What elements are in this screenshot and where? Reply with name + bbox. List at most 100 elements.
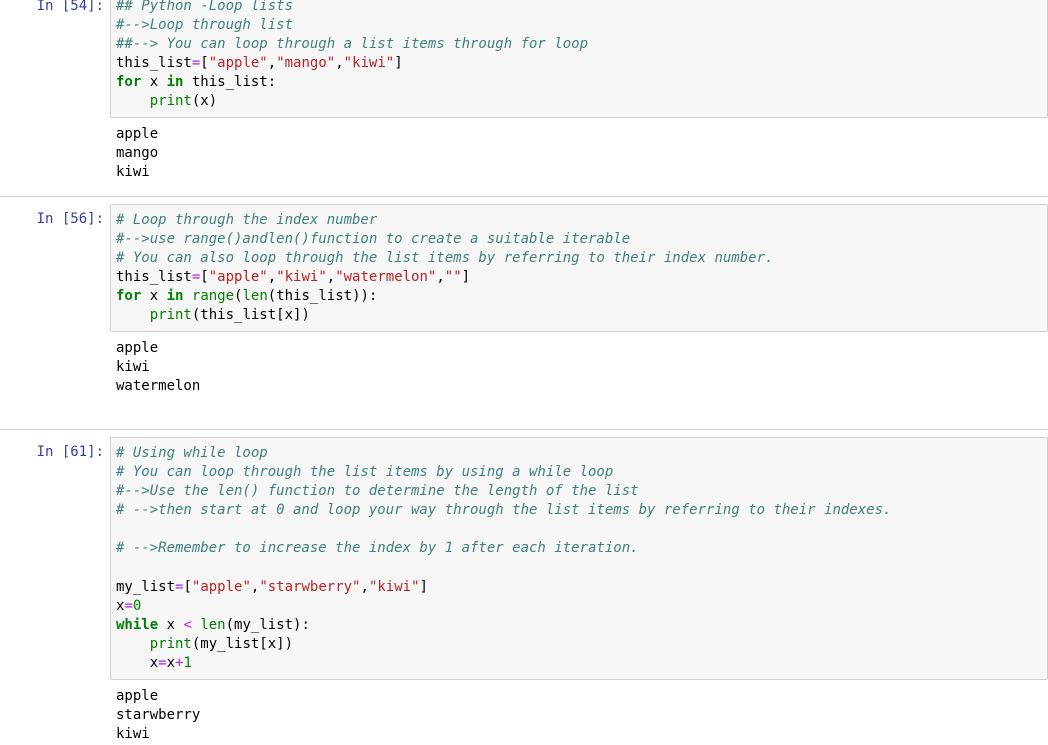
code-line: print(this_list[x]) [116, 306, 1047, 325]
code-token: #-->use range()andlen()function to creat… [116, 231, 631, 248]
cell-prompt: In [56]: [36, 211, 104, 227]
code-line: ## Python -Loop lists [116, 0, 1047, 16]
code-token: [ [200, 55, 209, 72]
code-token: "kiwi" [276, 269, 327, 286]
code-token: # You can loop through the list items by… [116, 464, 614, 481]
code-token: (this_list)): [267, 288, 378, 305]
code-line: #-->use range()andlen()function to creat… [116, 230, 1047, 249]
code-token: x [166, 655, 176, 672]
code-token: "apple" [191, 578, 251, 595]
code-line: for x in this_list: [116, 73, 1047, 92]
code-token: print [149, 635, 192, 652]
code-token: x [141, 74, 167, 91]
code-line: # You can also loop through the list ite… [116, 249, 1047, 268]
code-token: this_list [116, 269, 192, 286]
code-token: "kiwi" [368, 578, 420, 595]
code-line: x=0 [116, 597, 1047, 616]
code-token: while [116, 616, 159, 633]
output-line: mango [116, 145, 159, 161]
code-token: in [166, 288, 184, 305]
code-token: "starwberry" [259, 578, 361, 595]
code-editor[interactable]: ## Python -Loop lists #-->Loop through li… [110, 0, 1048, 118]
output-line: kiwi [116, 164, 150, 180]
code-line: # Using while loop [116, 444, 1047, 463]
code-token: , [335, 55, 344, 72]
output-line: starwberry [116, 707, 201, 723]
code-token: (my_list): [225, 616, 310, 633]
code-token: ##--> You can loop through a list items … [116, 36, 589, 53]
cell-output: apple kiwi watermelon [116, 339, 200, 396]
code-line: #-->Use the len() function to determine … [116, 482, 1047, 501]
code-token: this_list: [183, 74, 277, 91]
code-token: (x) [191, 93, 218, 110]
cell-separator [0, 196, 1048, 197]
code-token: in [166, 74, 184, 91]
code-token: for [116, 74, 142, 91]
output-line: watermelon [116, 378, 201, 394]
code-token: "apple" [208, 269, 268, 286]
code-token: "kiwi" [343, 55, 395, 72]
output-line: kiwi [116, 359, 150, 375]
code-token: , [360, 578, 369, 595]
code-token: "" [444, 269, 462, 286]
code-token: = [158, 655, 167, 672]
code-token: 0 [132, 597, 142, 614]
code-token: , [267, 55, 277, 72]
code-line: # -->Remember to increase the index by 1… [116, 539, 1047, 558]
code-line: print(my_list[x]) [116, 635, 1047, 654]
code-line: x=x+1 [116, 654, 1047, 673]
code-editor[interactable]: # Loop through the index number #-->use r… [110, 204, 1048, 332]
code-token: ] [461, 269, 471, 286]
output-line: apple [116, 340, 159, 356]
code-line: # Loop through the index number [116, 211, 1047, 230]
code-token: #-->Use the len() function to determine … [116, 483, 639, 500]
code-token: (my_list[x]) [191, 635, 294, 652]
code-token: # -->Remember to increase the index by 1… [116, 540, 639, 557]
code-token: x [141, 288, 167, 305]
cell-output: apple mango kiwi [116, 125, 158, 182]
code-line: #-->Loop through list [116, 16, 1047, 35]
code-line: print(x) [116, 92, 1047, 111]
code-editor[interactable]: # Using while loop # You can loop through… [110, 437, 1048, 680]
code-token: (this_list[x]) [191, 307, 310, 324]
code-token: ] [394, 55, 403, 72]
code-token: 1 [183, 655, 192, 672]
code-token: len [242, 288, 268, 305]
code-token: , [326, 269, 336, 286]
code-line: # -->then start at 0 and loop your way t… [116, 501, 1047, 520]
code-line: for x in range(len(this_list)): [116, 287, 1047, 306]
code-token: "mango" [276, 55, 336, 72]
code-line: this_list=["apple","mango","kiwi"] [116, 54, 1047, 73]
code-token: x [116, 655, 159, 672]
cell-output: apple starwberry kiwi [116, 687, 200, 744]
code-token: # -->then start at 0 and loop your way t… [116, 502, 892, 519]
code-token: x [158, 616, 184, 633]
code-token: print [149, 93, 192, 110]
code-token: len [200, 616, 226, 633]
code-line: # You can loop through the list items by… [116, 463, 1047, 482]
output-line: apple [116, 688, 159, 704]
code-line: my_list=["apple","starwberry","kiwi"] [116, 578, 1047, 597]
code-token: [ [183, 578, 192, 595]
code-token: # Loop through the index number [116, 212, 378, 228]
code-token: print [149, 307, 192, 324]
code-token: , [267, 269, 277, 286]
output-line: kiwi [116, 726, 150, 742]
code-token: # Using while loop [116, 445, 268, 461]
code-token: # You can also loop through the list ite… [116, 250, 774, 267]
code-token: ## Python -Loop lists [116, 0, 294, 14]
cell-prompt: In [54]: [36, 0, 104, 14]
code-token: ] [419, 578, 428, 595]
code-line: this_list=["apple","kiwi","watermelon","… [116, 268, 1047, 287]
code-line: ##--> You can loop through a list items … [116, 35, 1047, 54]
code-token: = [124, 597, 133, 614]
code-token: for [116, 288, 142, 305]
code-token: "apple" [208, 55, 268, 72]
code-token: < [183, 616, 192, 633]
